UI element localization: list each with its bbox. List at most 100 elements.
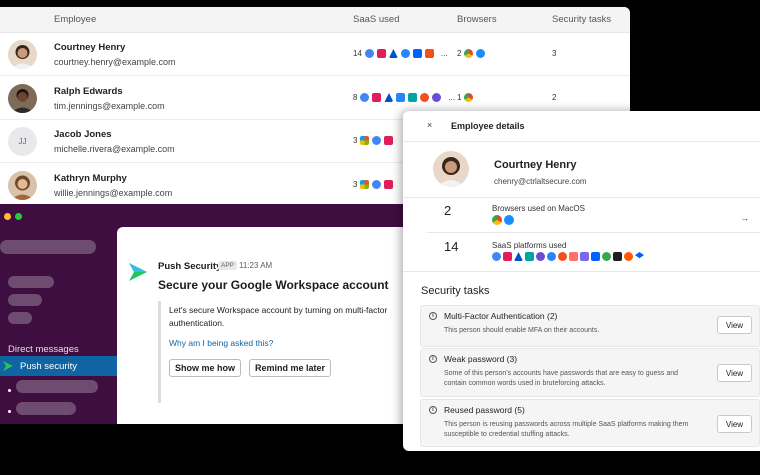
app-icon [580,252,589,261]
employee-name[interactable]: Ralph Edwards [54,86,123,97]
col-employee[interactable]: Employee [54,14,96,25]
figma-icon [558,252,567,261]
saas-used-cell: 14 ... [353,49,448,58]
sidebar-placeholder[interactable] [16,402,76,415]
dropbox-icon [591,252,600,261]
miro-icon [525,252,534,261]
divider [403,271,760,272]
saas-used-cell: 3 [353,180,394,189]
app-icon [613,252,622,261]
google-icon [492,252,501,261]
saas-icons [492,252,644,261]
maximize-dot[interactable] [15,213,22,220]
google-icon [360,93,370,102]
push-security-logo-icon [129,263,147,281]
browser-count: 1 [457,93,462,102]
security-task-count: 3 [552,49,557,58]
employee-name[interactable]: Kathryn Murphy [54,173,127,184]
avatar [8,40,37,69]
security-task-count: 2 [552,93,557,102]
col-browsers[interactable]: Browsers [457,14,497,25]
app-icon [602,252,611,261]
confluence-icon [400,49,410,58]
employee-email: courtney.henry@example.com [54,57,176,67]
view-button[interactable]: View [717,316,752,334]
saas-used-cell: 8 ... [353,93,455,102]
show-me-how-button[interactable]: Show me how [169,359,242,377]
employee-name: Courtney Henry [494,159,577,171]
table-header: Employee SaaS used Browsers Security tas… [0,7,630,33]
safari-icon [476,49,486,58]
employee-email: michelle.rivera@example.com [54,144,175,154]
saas-count: 3 [353,180,358,189]
sidebar-placeholder[interactable] [8,312,32,324]
browsers-label: Browsers used on MacOS [492,204,585,213]
view-button[interactable]: View [717,364,752,382]
miro-icon [408,93,418,102]
col-security-tasks[interactable]: Security tasks [552,14,611,25]
figma-icon [420,93,430,102]
avatar [8,84,37,113]
why-asked-link[interactable]: Why am I being asked this? [169,338,273,348]
direct-messages-label: Direct messages [8,344,79,355]
saas-more: ... [440,49,448,58]
sidebar-item-label: Push security [20,360,78,372]
microsoft-icon [360,136,370,145]
confluence-icon [547,252,556,261]
saas-more: ... [448,93,456,102]
minimize-dot[interactable] [4,213,11,220]
employee-name[interactable]: Jacob Jones [54,129,112,140]
microsoft-icon [360,180,370,189]
arrow-right-icon[interactable]: → [740,213,749,223]
chrome-icon [492,215,502,225]
task-card-reused-password: i Reused password (5) This person is reu… [420,399,760,447]
message-body: Let's secure Workspace account by turnin… [169,305,388,328]
slack-window: Direct messages Push security Push Secur… [0,204,420,424]
browsers-count: 2 [444,203,452,218]
sidebar-placeholder[interactable] [16,380,98,393]
message-attachment: Let's secure Workspace account by turnin… [158,301,408,403]
info-icon: i [429,312,437,320]
design-icon [569,252,578,261]
browsers-cell: 1 [457,93,474,102]
slack-icon [372,93,382,102]
slack-message-pane: Push Security APP 11:23 AM Secure your G… [117,227,420,424]
browser-count: 2 [457,49,462,58]
sidebar-item-push-security[interactable]: Push security [0,356,119,376]
bot-name[interactable]: Push Security [158,261,221,272]
col-saas-used[interactable]: SaaS used [353,14,399,25]
chrome-icon [464,49,474,58]
chrome-icon [464,93,474,102]
slack-icon [384,136,394,145]
dropbox-icon [635,252,644,259]
slack-icon [384,180,394,189]
saas-count: 14 [444,239,459,254]
sidebar-placeholder[interactable] [8,294,42,306]
saas-used-cell: 3 [353,136,394,145]
security-tasks-heading: Security tasks [421,285,490,297]
info-icon: i [429,406,437,414]
task-title: Weak password (3) [444,354,518,364]
avatar [433,151,469,187]
app-icon [624,252,633,261]
saas-count: 14 [353,49,362,58]
employee-name[interactable]: Courtney Henry [54,42,125,53]
google-icon [364,49,374,58]
view-button[interactable]: View [717,415,752,433]
task-description: Some of this person's accounts have pass… [444,370,679,387]
remind-me-later-button[interactable]: Remind me later [249,359,332,377]
window-controls [4,213,22,220]
google-icon [372,180,382,189]
atlassian-icon [514,252,523,261]
task-title: Reused password (5) [444,405,525,415]
task-description: This person is reusing passwords across … [444,421,689,438]
table-row[interactable]: Courtney Henry courtney.henry@example.co… [0,33,630,76]
atlassian-icon [384,93,394,102]
close-icon[interactable]: × [427,120,432,130]
message-time[interactable]: 11:23 AM [239,261,272,270]
desktop-stage: Employee SaaS used Browsers Security tas… [0,0,760,475]
sidebar-placeholder[interactable] [8,276,54,288]
employee-email: chenry@ctrlaltsecure.com [494,177,587,186]
panel-title: Employee details [451,121,525,131]
sidebar-placeholder[interactable] [0,240,96,254]
